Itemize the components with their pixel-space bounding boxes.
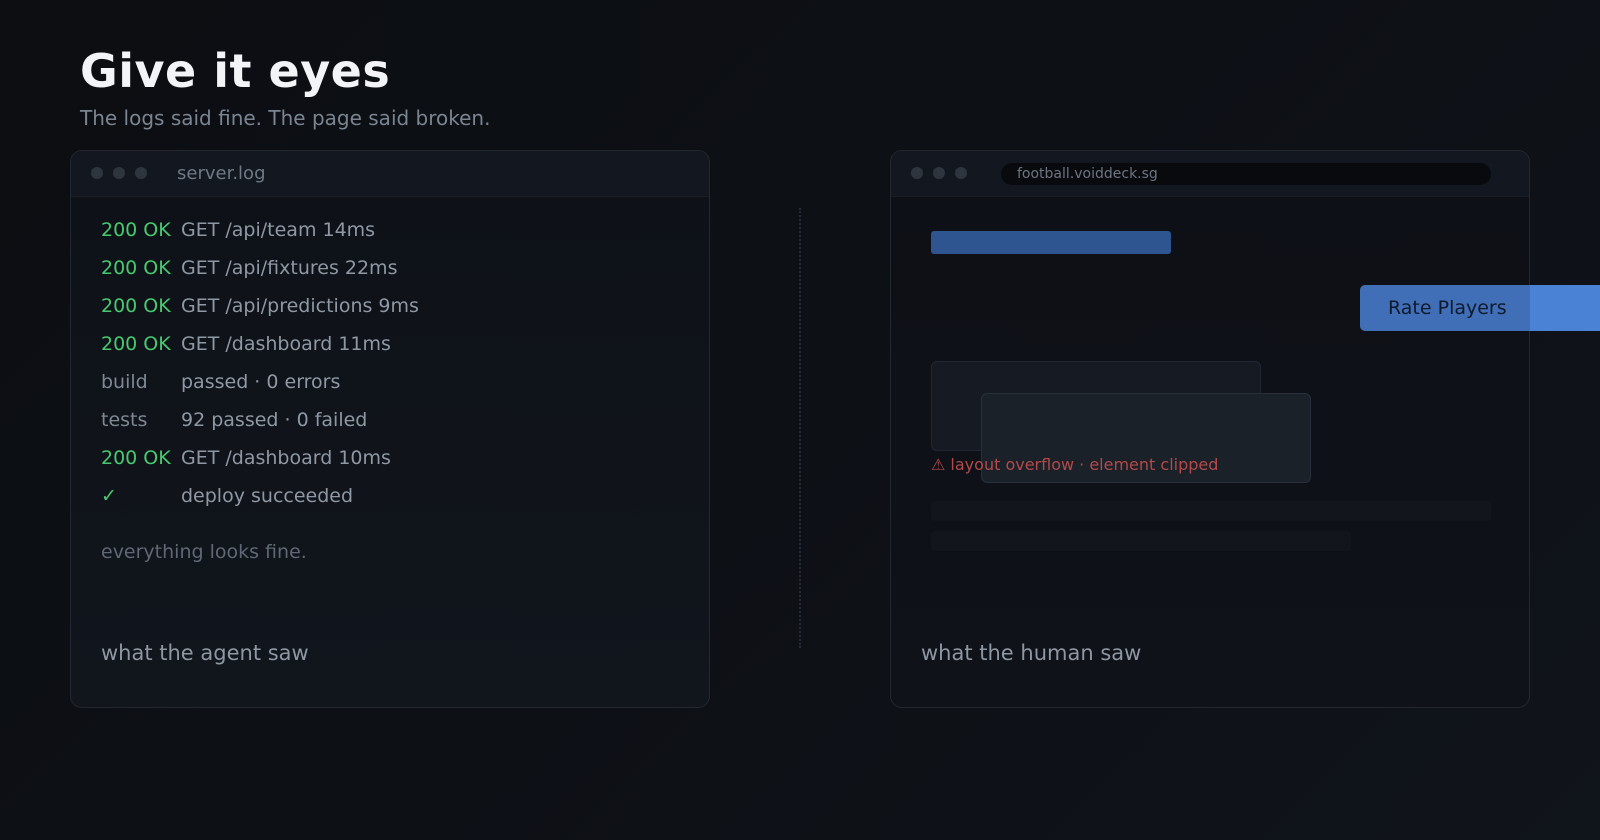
log-message: GET /api/predictions 9ms [181, 295, 419, 317]
window-close-dot[interactable] [911, 167, 923, 179]
log-status: 200 OK [101, 333, 171, 355]
log-message: passed · 0 errors [181, 371, 341, 393]
window-title: server.log [177, 163, 266, 184]
page-subtitle: The logs said fine. The page said broken… [80, 106, 491, 130]
browser-titlebar: football.voiddeck.sg [891, 151, 1529, 197]
window-minimize-dot[interactable] [933, 167, 945, 179]
page-header-bar [931, 231, 1171, 254]
browser-window: football.voiddeck.sg ⚠ layout overflow ·… [890, 150, 1530, 708]
log-status: 200 OK [101, 257, 171, 279]
layout-warning: ⚠ layout overflow · element clipped [931, 455, 1219, 474]
page-title: Give it eyes [80, 44, 391, 98]
skeleton-line [931, 501, 1491, 521]
address-bar[interactable]: football.voiddeck.sg [1001, 163, 1491, 185]
window-maximize-dot[interactable] [135, 167, 147, 179]
server-log-window: server.log 200 OK GET /api/team 14ms 200… [70, 150, 710, 708]
log-message: GET /api/team 14ms [181, 219, 376, 241]
window-maximize-dot[interactable] [955, 167, 967, 179]
window-minimize-dot[interactable] [113, 167, 125, 179]
log-status: tests [101, 409, 148, 431]
address-bar-url: football.voiddeck.sg [1017, 166, 1158, 182]
panel-caption: what the human saw [921, 641, 1142, 665]
rate-players-button[interactable]: Rate Players [1360, 285, 1600, 331]
log-message: 92 passed · 0 failed [181, 409, 368, 431]
log-status: build [101, 371, 148, 393]
log-message: deploy succeeded [181, 485, 354, 507]
log-status: 200 OK [101, 447, 171, 469]
panel-divider [799, 208, 801, 648]
log-message: GET /dashboard 11ms [181, 333, 391, 355]
window-titlebar: server.log [71, 151, 709, 197]
log-status: 200 OK [101, 295, 171, 317]
check-icon: ✓ [101, 485, 117, 507]
log-message: GET /dashboard 10ms [181, 447, 391, 469]
log-message: GET /api/fixtures 22ms [181, 257, 398, 279]
log-summary: everything looks fine. [101, 541, 307, 563]
panel-caption: what the agent saw [101, 641, 309, 665]
skeleton-line [931, 531, 1351, 551]
log-status: 200 OK [101, 219, 171, 241]
window-close-dot[interactable] [91, 167, 103, 179]
